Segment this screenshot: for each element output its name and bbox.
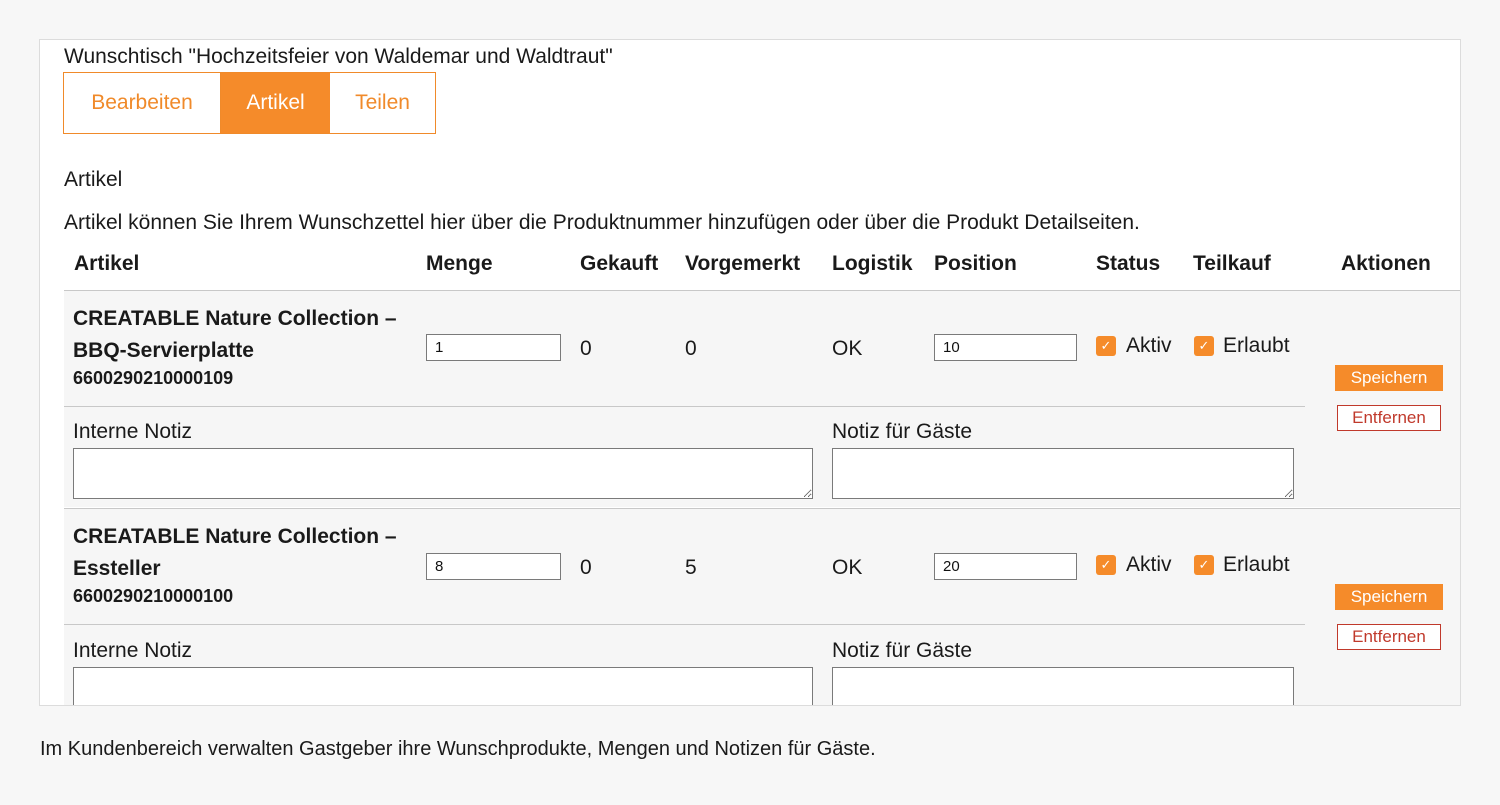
tab-bar: Bearbeiten Artikel Teilen xyxy=(63,72,436,134)
product-number: 6600290210000100 xyxy=(73,586,234,606)
product-name: CREATABLE Nature Collection – Essteller xyxy=(73,525,397,580)
tab-teilen[interactable]: Teilen xyxy=(330,73,435,133)
header-logistik: Logistik xyxy=(832,252,913,275)
remove-button[interactable]: Entfernen xyxy=(1337,624,1441,650)
internal-note-label: Interne Notiz xyxy=(73,639,193,662)
check-icon: ✓ xyxy=(1198,338,1210,353)
purchased-count: 0 xyxy=(580,337,592,360)
internal-note-field[interactable] xyxy=(73,667,813,705)
quantity-input[interactable] xyxy=(426,553,561,580)
product-number: 6600290210000109 xyxy=(73,368,234,388)
row-divider xyxy=(64,406,1305,407)
tab-bearbeiten[interactable]: Bearbeiten xyxy=(64,73,221,133)
header-artikel: Artikel xyxy=(74,252,140,275)
quantity-input[interactable] xyxy=(426,334,561,361)
row-divider xyxy=(64,624,1305,625)
purchased-count: 0 xyxy=(580,556,592,579)
reserved-count: 5 xyxy=(685,556,697,579)
header-position: Position xyxy=(934,252,1017,275)
internal-note-label: Interne Notiz xyxy=(73,420,193,443)
header-aktionen: Aktionen xyxy=(1341,252,1431,275)
status-checkbox[interactable]: ✓ xyxy=(1096,555,1116,575)
tab-artikel[interactable]: Artikel xyxy=(221,73,330,133)
guest-note-label: Notiz für Gäste xyxy=(832,639,973,662)
header-menge: Menge xyxy=(426,252,493,275)
table-row: CREATABLE Nature Collection – Essteller … xyxy=(64,509,1460,705)
status-label: Aktiv xyxy=(1126,553,1172,576)
guest-note-label: Notiz für Gäste xyxy=(832,420,973,443)
product-name: CREATABLE Nature Collection – BBQ-Servie… xyxy=(73,307,397,362)
partial-purchase-label: Erlaubt xyxy=(1223,334,1290,357)
check-icon: ✓ xyxy=(1198,557,1210,572)
position-input[interactable] xyxy=(934,553,1077,580)
remove-button[interactable]: Entfernen xyxy=(1337,405,1441,431)
partial-purchase-label: Erlaubt xyxy=(1223,553,1290,576)
internal-note-field[interactable] xyxy=(73,448,813,499)
header-status: Status xyxy=(1096,252,1161,275)
partial-purchase-checkbox[interactable]: ✓ xyxy=(1194,555,1214,575)
page-caption: Im Kundenbereich verwalten Gastgeber ihr… xyxy=(40,738,876,760)
wishlist-title: Wunschtisch "Hochzeitsfeier von Waldemar… xyxy=(64,45,613,68)
section-title: Artikel xyxy=(64,168,123,191)
header-gekauft: Gekauft xyxy=(580,252,659,275)
header-vorgemerkt: Vorgemerkt xyxy=(685,252,801,275)
status-checkbox[interactable]: ✓ xyxy=(1096,336,1116,356)
status-label: Aktiv xyxy=(1126,334,1172,357)
position-input[interactable] xyxy=(934,334,1077,361)
reserved-count: 0 xyxy=(685,337,697,360)
save-button[interactable]: Speichern xyxy=(1335,365,1443,391)
check-icon: ✓ xyxy=(1100,338,1112,353)
guest-note-field[interactable] xyxy=(832,448,1294,499)
partial-purchase-checkbox[interactable]: ✓ xyxy=(1194,336,1214,356)
logistics-status: OK xyxy=(832,337,863,360)
guest-note-field[interactable] xyxy=(832,667,1294,705)
header-teilkauf: Teilkauf xyxy=(1193,252,1271,275)
save-button[interactable]: Speichern xyxy=(1335,584,1443,610)
table-row: CREATABLE Nature Collection – BBQ-Servie… xyxy=(64,291,1460,507)
section-description: Artikel können Sie Ihrem Wunschzettel hi… xyxy=(64,211,1140,234)
logistics-status: OK xyxy=(832,556,863,579)
wishlist-panel: Wunschtisch "Hochzeitsfeier von Waldemar… xyxy=(39,39,1461,706)
check-icon: ✓ xyxy=(1100,557,1112,572)
